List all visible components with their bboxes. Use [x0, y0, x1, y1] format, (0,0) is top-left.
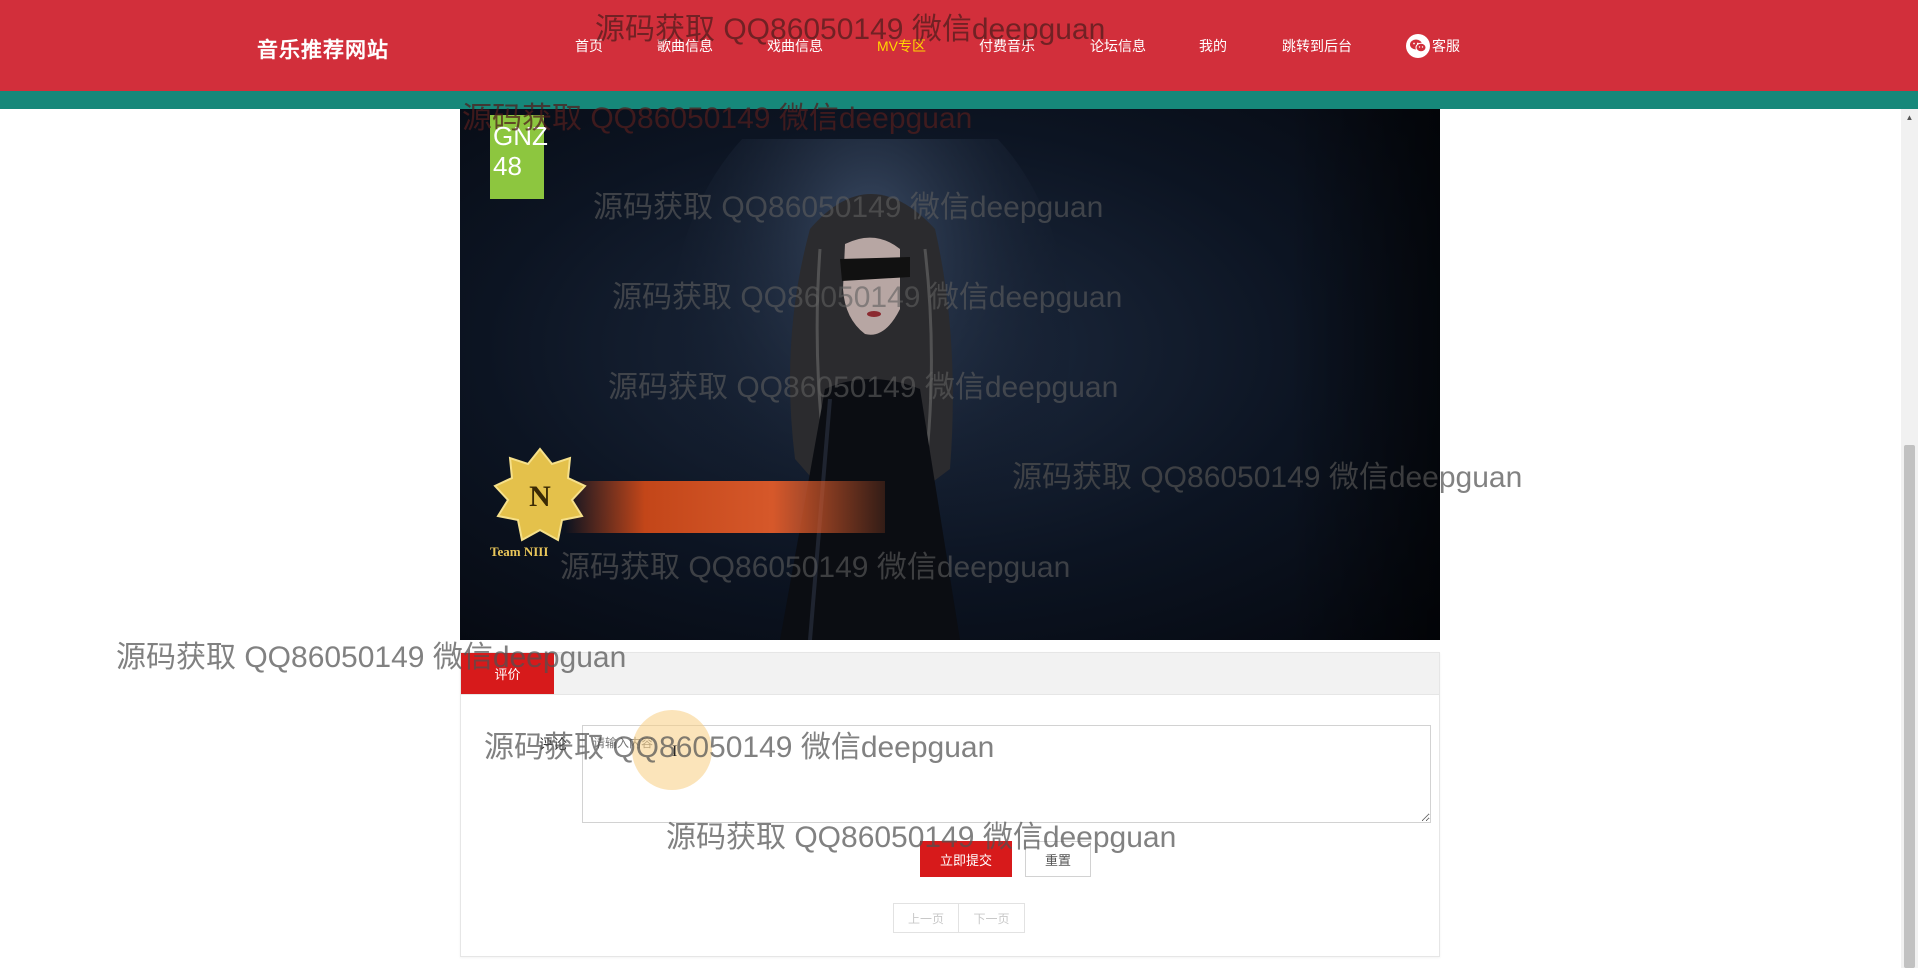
submit-button[interactable]: 立即提交: [920, 841, 1012, 877]
pagination: 上一页 下一页: [893, 903, 1025, 933]
nav-item-home[interactable]: 首页: [575, 36, 603, 56]
nav-item-mine[interactable]: 我的: [1199, 36, 1227, 56]
scroll-up-arrow-icon[interactable]: ▲: [1901, 109, 1918, 125]
nav-item-forum[interactable]: 论坛信息: [1090, 36, 1146, 56]
prev-page-button[interactable]: 上一页: [893, 903, 959, 933]
text-cursor-icon: I: [672, 743, 678, 760]
page-scrollbar[interactable]: ▲: [1901, 109, 1918, 968]
svg-text:N: N: [529, 480, 551, 513]
gnz48-logo: GNZ 48: [490, 115, 548, 199]
customer-service-label: 客服: [1432, 38, 1460, 54]
team-label: Team NIII: [490, 544, 549, 559]
video-shade: [1290, 109, 1440, 640]
team-niii-crest-icon: N: [493, 447, 587, 542]
nav-item-mv[interactable]: MV专区: [877, 36, 926, 56]
scroll-thumb[interactable]: [1904, 445, 1915, 968]
customer-service-link[interactable]: 客服: [1406, 34, 1460, 58]
nav-item-paid-music[interactable]: 付费音乐: [979, 36, 1035, 56]
nav-item-admin[interactable]: 跳转到后台: [1282, 36, 1352, 56]
comment-tabs: 评价: [461, 653, 1439, 695]
header-stripe: [0, 91, 1918, 109]
mv-video-player[interactable]: GNZ 48 N Team NIII: [460, 109, 1440, 640]
performer-figure: [670, 139, 1070, 640]
wechat-icon: [1406, 34, 1430, 58]
top-navbar: 音乐推荐网站 首页 歌曲信息 戏曲信息 MV专区 付费音乐 论坛信息 我的 跳转…: [0, 0, 1918, 109]
nav-item-opera[interactable]: 戏曲信息: [767, 36, 823, 56]
team-banner: [565, 481, 885, 533]
comment-panel: 评价 评论 I 立即提交 重置 上一页 下一页: [460, 652, 1440, 957]
comment-label: 评论: [539, 736, 567, 752]
reset-button[interactable]: 重置: [1025, 841, 1091, 877]
nav-item-songs[interactable]: 歌曲信息: [657, 36, 713, 56]
tab-review[interactable]: 评价: [461, 653, 554, 694]
site-brand[interactable]: 音乐推荐网站: [257, 34, 389, 64]
next-page-button[interactable]: 下一页: [959, 903, 1025, 933]
